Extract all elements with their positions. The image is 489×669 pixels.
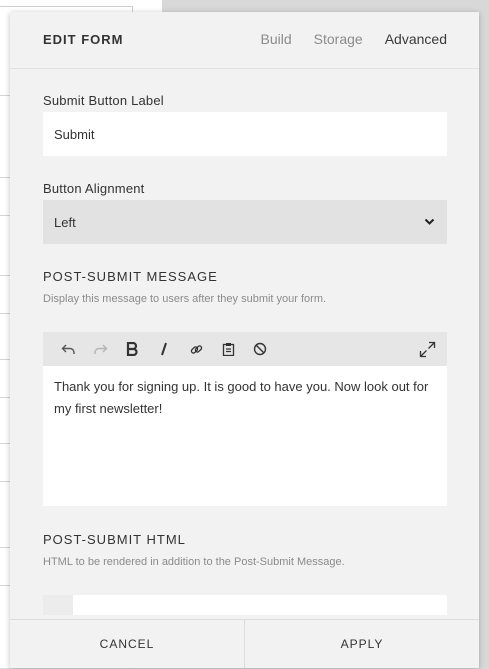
apply-button[interactable]: APPLY <box>244 620 479 668</box>
post-submit-message-help: Display this message to users after they… <box>43 293 327 305</box>
tab-advanced[interactable]: Advanced <box>385 31 447 47</box>
panel-title: EDIT FORM <box>43 32 124 47</box>
redo-icon[interactable] <box>84 332 116 366</box>
tab-build[interactable]: Build <box>261 31 292 47</box>
editor-toolbar <box>43 332 447 366</box>
submit-button-label-value: Submit <box>54 126 95 142</box>
italic-icon[interactable] <box>148 332 180 366</box>
link-icon[interactable] <box>180 332 212 366</box>
cancel-button[interactable]: CANCEL <box>10 620 244 668</box>
panel-footer: CANCEL APPLY <box>10 619 479 668</box>
submit-button-label-label: Submit Button Label <box>43 93 164 108</box>
post-submit-message-editor[interactable]: Thank you for signing up. It is good to … <box>43 366 447 506</box>
button-alignment-select[interactable]: Left <box>43 200 447 244</box>
tab-storage[interactable]: Storage <box>314 31 363 47</box>
post-submit-html-title: POST-SUBMIT HTML <box>43 532 186 547</box>
post-submit-html-help: HTML to be rendered in addition to the P… <box>43 556 345 568</box>
paste-icon[interactable] <box>212 332 244 366</box>
post-submit-html-editor[interactable] <box>43 595 447 615</box>
panel-header: EDIT FORM Build Storage Advanced <box>10 12 479 69</box>
line-number-gutter <box>43 595 73 615</box>
submit-button-label-input[interactable]: Submit <box>43 112 447 156</box>
edit-form-panel: EDIT FORM Build Storage Advanced Submit … <box>10 12 479 668</box>
button-alignment-label: Button Alignment <box>43 181 145 196</box>
chevron-down-icon <box>422 215 436 229</box>
post-submit-message-title: POST-SUBMIT MESSAGE <box>43 269 218 284</box>
expand-icon[interactable] <box>411 332 443 366</box>
undo-icon[interactable] <box>52 332 84 366</box>
button-alignment-value: Left <box>54 214 76 230</box>
bold-icon[interactable] <box>116 332 148 366</box>
tab-bar: Build Storage Advanced <box>261 31 447 47</box>
clear-format-icon[interactable] <box>244 332 276 366</box>
post-submit-message-content: Thank you for signing up. It is good to … <box>54 379 429 416</box>
